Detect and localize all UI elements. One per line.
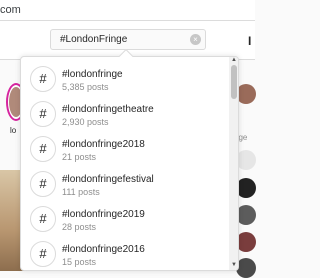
hashtag-icon: # [30, 241, 56, 267]
search-box[interactable]: × [50, 29, 206, 50]
hashtag-icon: # [30, 136, 56, 162]
result-count: 5,385 posts [62, 82, 109, 92]
result-count: 2,930 posts [62, 117, 109, 127]
suggestion-avatar[interactable] [236, 205, 256, 225]
clear-icon[interactable]: × [190, 34, 201, 45]
search-result-item[interactable]: # #londonfringe2018 21 posts [21, 133, 227, 168]
result-tag: #londonfringe2019 [62, 209, 145, 220]
result-count: 28 posts [62, 222, 97, 232]
hashtag-icon: # [30, 206, 56, 232]
url-text[interactable]: com [0, 4, 21, 16]
result-tag: #londonfringe2018 [62, 139, 145, 150]
result-count: 21 posts [62, 152, 97, 162]
result-count: 15 posts [62, 257, 97, 267]
search-result-item[interactable]: # #londonfringe2016 15 posts [21, 238, 227, 270]
scrollbar-thumb[interactable] [231, 65, 237, 99]
browser-address-bar[interactable]: com [0, 0, 255, 21]
search-input[interactable] [60, 34, 185, 45]
suggestion-avatar[interactable] [236, 150, 256, 170]
suggestion-avatar[interactable] [236, 258, 256, 278]
result-count: 111 posts [62, 187, 100, 197]
hashtag-icon: # [30, 171, 56, 197]
story-username: lo [10, 126, 17, 135]
result-tag: #londonfringetheatre [62, 104, 154, 115]
result-tag: #londonfringe2016 [62, 244, 145, 255]
suggestion-avatar[interactable] [236, 178, 256, 198]
search-result-item[interactable]: # #londonfringe 5,385 posts [21, 63, 227, 98]
scroll-down-arrow-icon[interactable]: ▼ [230, 262, 238, 268]
search-result-item[interactable]: # #londonfringetheatre 2,930 posts [21, 98, 227, 133]
result-tag: #londonfringefestival [62, 174, 154, 185]
suggestion-avatar[interactable] [236, 232, 256, 252]
search-result-item[interactable]: # #londonfringefestival 111 posts [21, 168, 227, 203]
scroll-up-arrow-icon[interactable]: ▲ [230, 57, 238, 63]
profile-avatar[interactable] [236, 84, 256, 104]
search-result-item[interactable]: # #londonfringe2019 28 posts [21, 203, 227, 238]
search-results-dropdown: # #londonfringe 5,385 posts # #londonfri… [20, 56, 239, 271]
result-tag: #londonfringe [62, 69, 123, 80]
header-nav-fragment[interactable]: I [248, 34, 251, 48]
hashtag-icon: # [30, 66, 56, 92]
hashtag-icon: # [30, 101, 56, 127]
